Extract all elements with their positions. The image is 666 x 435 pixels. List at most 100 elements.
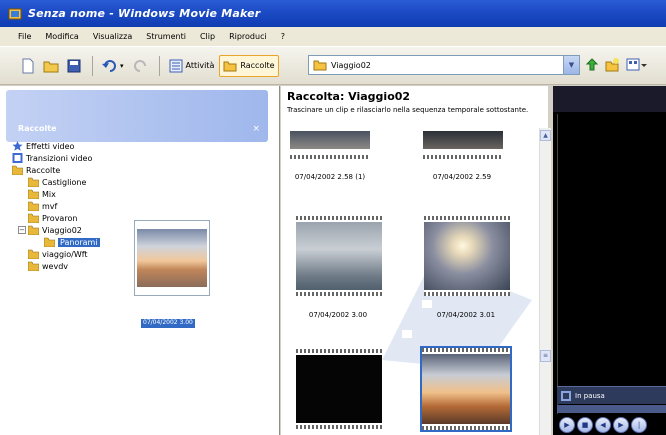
tree-item-viaggio-wft[interactable]: viaggio/Wft [28, 248, 88, 260]
clip-image [424, 222, 510, 290]
tasks-label: Attività [185, 61, 215, 70]
clip-thumbnail[interactable] [290, 131, 370, 159]
menu-edit[interactable]: Modifica [45, 32, 78, 41]
tree-item-mix[interactable]: Mix [28, 188, 56, 200]
clip-image [296, 222, 382, 290]
folder-icon [28, 249, 39, 259]
collection-dropdown[interactable]: Viaggio02 ▼ [308, 55, 580, 75]
preview-status-text: In pausa [575, 391, 605, 400]
up-level-icon[interactable] [584, 56, 600, 74]
clip-thumbnail-image [137, 229, 207, 287]
clip-label: 07/04/2002 3.00 [308, 311, 368, 319]
collections-button[interactable]: Raccolte [219, 54, 279, 77]
menu-bar: File Modifica Visualizza Strumenti Clip … [0, 27, 666, 47]
transition-icon [12, 153, 23, 163]
new-project-button[interactable] [18, 55, 38, 77]
clip-thumbnail[interactable] [424, 216, 510, 296]
open-folder-icon [43, 61, 59, 72]
tree-item-provaron[interactable]: Provaron [28, 212, 77, 224]
clip-image [422, 354, 510, 424]
play-icon[interactable]: ▶ [559, 417, 575, 433]
folder-icon [28, 177, 39, 187]
clip-list-scrollbar[interactable]: ▲ ≡ [539, 128, 551, 435]
collections-label: Raccolte [240, 61, 275, 70]
menu-file[interactable]: File [18, 32, 31, 41]
next-frame-icon[interactable]: ▶ [613, 417, 629, 433]
seek-bar[interactable] [557, 405, 666, 413]
folder-icon [28, 225, 39, 235]
previous-frame-icon[interactable]: ◀ [595, 417, 611, 433]
collection-folder-icon [313, 60, 327, 71]
clip-thumbnail-selected[interactable] [420, 346, 512, 432]
collection-instructions: Trascinare un clip e rilasciarlo nella s… [287, 106, 529, 114]
tree-item-wevdv[interactable]: wevdv [28, 260, 68, 272]
dragged-clip-thumbnail[interactable] [134, 220, 210, 296]
save-project-button[interactable] [64, 55, 84, 77]
menu-clip[interactable]: Clip [200, 32, 215, 41]
folder-icon [28, 201, 39, 211]
tree-item-collections[interactable]: Raccolte [12, 164, 60, 176]
tree-item-viaggio02[interactable]: Viaggio02 [28, 224, 82, 236]
film-strip-border [424, 216, 510, 220]
preview-screen [557, 114, 666, 414]
tree-item-effects[interactable]: Effetti video [12, 140, 74, 152]
film-strip-border [423, 155, 503, 159]
clip-thumbnail[interactable] [296, 349, 382, 429]
view-toolbar-group [584, 56, 648, 74]
clip-image [296, 355, 382, 423]
menu-help[interactable]: ? [281, 32, 285, 41]
preview-monitor: In pausa ▶ ■ ◀ ▶ | [553, 86, 666, 435]
undo-button[interactable]: ▾ [99, 55, 127, 77]
chevron-down-icon[interactable]: ▼ [563, 56, 579, 74]
collapse-toggle[interactable]: − [18, 226, 26, 234]
tasks-icon [169, 59, 183, 72]
movie-maker-app-icon [8, 8, 22, 19]
clip-thumbnail[interactable] [296, 216, 382, 296]
menu-tools[interactable]: Strumenti [146, 32, 186, 41]
scroll-thumb[interactable]: ≡ [540, 350, 551, 362]
close-pane-icon[interactable]: × [252, 124, 260, 134]
undo-dropdown-icon[interactable]: ▾ [120, 62, 124, 70]
split-clip-icon[interactable]: | [631, 417, 647, 433]
clip-label: 07/04/2002 2.59 [432, 173, 492, 181]
film-strip-border [296, 425, 382, 429]
preview-header [553, 86, 666, 112]
tree-item-transitions[interactable]: Transizioni video [12, 152, 92, 164]
film-strip-border [296, 292, 382, 296]
tree-item-panorami[interactable]: Panorami [44, 236, 100, 248]
collection-dropdown-value: Viaggio02 [331, 60, 371, 70]
film-strip-border [296, 349, 382, 353]
star-icon [12, 141, 23, 151]
clip-thumbnail[interactable] [423, 131, 503, 159]
new-collection-icon[interactable] [604, 56, 620, 74]
collections-folder-icon [223, 61, 237, 71]
tree-item-castiglione[interactable]: Castiglione [28, 176, 86, 188]
menu-play[interactable]: Riproduci [229, 32, 267, 41]
open-project-button[interactable] [40, 55, 62, 77]
clip-label: 07/04/2002 2.58 (1) [294, 173, 366, 181]
title-bar[interactable]: Senza nome - Windows Movie Maker [0, 0, 666, 27]
view-options-icon[interactable] [626, 56, 648, 74]
toolbar-separator [92, 55, 93, 76]
film-strip-border [422, 348, 510, 352]
collections-pane-header: Raccolte × [6, 90, 268, 142]
scroll-up-icon[interactable]: ▲ [540, 130, 551, 141]
stop-icon[interactable]: ■ [577, 417, 593, 433]
film-strip-border [290, 155, 370, 159]
tasks-button[interactable]: Attività [166, 55, 218, 77]
save-disk-icon [67, 59, 81, 72]
redo-arrow-icon [133, 59, 146, 72]
clip-image [423, 131, 503, 149]
menu-view[interactable]: Visualizza [93, 32, 132, 41]
window-title: Senza nome - Windows Movie Maker [28, 7, 261, 20]
film-strip-border [424, 292, 510, 296]
new-document-icon [22, 58, 34, 73]
tree-item-mvf[interactable]: mvf [28, 200, 57, 212]
clip-image [290, 131, 370, 149]
playback-status-icon [561, 390, 571, 401]
undo-arrow-icon [102, 59, 116, 72]
dragged-clip-label: 07/04/2002 3.00 [141, 319, 195, 328]
folder-icon [44, 237, 55, 247]
redo-button[interactable] [129, 55, 151, 77]
folder-icon [12, 165, 23, 175]
